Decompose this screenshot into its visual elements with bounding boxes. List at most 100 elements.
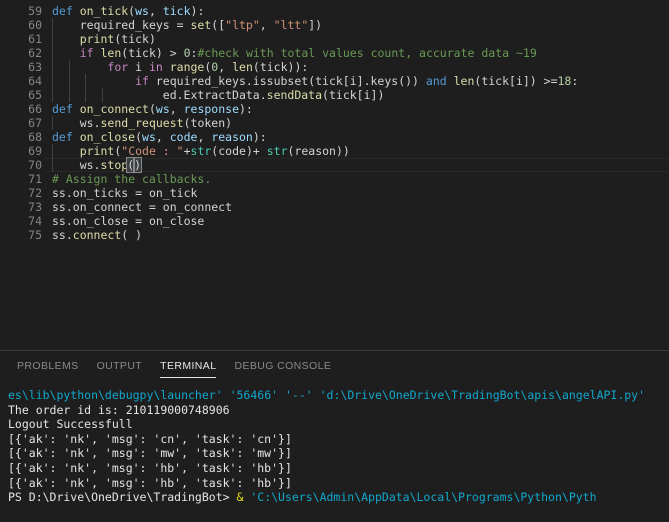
code-line[interactable]: 61 print(tick)	[0, 32, 669, 46]
terminal-output[interactable]: es\lib\python\debugpy\launcher' '56466' …	[0, 382, 669, 522]
code-token: connect	[72, 228, 122, 242]
code-token: ,	[259, 18, 274, 32]
line-content[interactable]: ws.send_request(token)	[52, 116, 232, 130]
code-line[interactable]: 75 ss.connect( )	[0, 228, 669, 242]
line-content[interactable]: # Assign the callbacks.	[52, 172, 211, 186]
line-number: 61	[28, 32, 42, 46]
code-token: ):	[190, 4, 205, 18]
code-token: ,	[155, 130, 170, 144]
code-token: ) >=	[529, 74, 558, 88]
code-token: =	[142, 200, 163, 214]
code-token: tick[i]	[328, 88, 378, 102]
code-editor[interactable]: 59 def on_tick(ws, tick): 60 required_keys…	[0, 0, 669, 350]
terminal-text: '56466'	[229, 388, 279, 402]
code-token: :	[571, 74, 579, 88]
code-token: on_close	[148, 214, 205, 228]
line-content[interactable]: if len(tick) > 0:#check with total value…	[52, 46, 537, 60]
code-line[interactable]: 60 required_keys = set(["ltp", "ltt"])	[0, 18, 669, 32]
code-token: ):	[239, 102, 253, 116]
code-token: code	[169, 130, 198, 144]
code-line[interactable]: 70 ws.stop()	[0, 157, 669, 173]
code-line[interactable]: 71 # Assign the callbacks.	[0, 172, 669, 186]
line-content[interactable]: def on_close(ws, code, reason):	[52, 130, 267, 144]
code-token: print	[79, 32, 115, 46]
line-content[interactable]: def on_connect(ws, response):	[52, 102, 253, 116]
code-line[interactable]: 66 def on_connect(ws, response):	[0, 102, 669, 116]
line-content[interactable]: print(tick)	[52, 32, 156, 46]
code-line[interactable]: 62 if len(tick) > 0:#check with total va…	[0, 46, 669, 60]
code-token: "Code : "	[121, 144, 184, 158]
code-line[interactable]: 67 ws.send_request(token)	[0, 116, 669, 130]
panel-tab-terminal[interactable]: TERMINAL	[151, 351, 225, 382]
code-token: ss.on_ticks	[52, 186, 129, 200]
code-token: ss.on_connect	[52, 200, 143, 214]
terminal-line: [{'ak': 'nk', 'msg': 'cn', 'task': 'cn'}…	[8, 432, 661, 447]
code-token: )	[133, 157, 143, 173]
code-token: on_connect	[162, 200, 233, 214]
code-line[interactable]: 59 def on_tick(ws, tick):	[0, 4, 669, 18]
line-content[interactable]: if required_keys.issubset(tick[i].keys()…	[52, 74, 578, 88]
code-token: def	[52, 130, 80, 144]
line-content[interactable]: ws.stop()	[52, 157, 143, 173]
line-content[interactable]: ss.on_connect = on_connect	[52, 200, 232, 214]
terminal-text: [{'ak': 'nk', 'msg': 'hb', 'task': 'hb'}…	[8, 460, 292, 475]
terminal-text: &	[236, 490, 251, 505]
code-token: ws	[155, 102, 170, 116]
line-content[interactable]: def on_tick(ws, tick):	[52, 4, 204, 18]
code-token: str	[266, 144, 288, 158]
code-token: def	[52, 102, 80, 116]
code-line[interactable]: 73 ss.on_connect = on_connect	[0, 200, 669, 214]
line-content[interactable]: required_keys = set(["ltp", "ltt"])	[52, 18, 322, 32]
code-line[interactable]: 69 print("Code : "+str(code)+ str(reason…	[0, 144, 669, 158]
vscode-window: 59 def on_tick(ws, tick): 60 required_keys…	[0, 0, 669, 522]
code-token: if	[79, 46, 101, 60]
code-line[interactable]: 68 def on_close(ws, code, reason):	[0, 130, 669, 144]
code-token: tick	[259, 60, 288, 74]
line-number: 74	[28, 214, 42, 228]
bottom-panel: PROBLEMS OUTPUT TERMINAL DEBUG CONSOLE es\l…	[0, 350, 669, 522]
terminal-text: '--'	[284, 388, 313, 402]
code-token: )	[225, 116, 233, 130]
code-token: tick	[128, 46, 156, 60]
terminal-text: The order id is: 210119000748906	[8, 402, 230, 417]
terminal-text: PS D:\Drive\OneDrive\TradingBot>	[8, 490, 237, 505]
code-token: def	[52, 4, 80, 18]
code-token: 0	[183, 46, 191, 60]
code-line[interactable]: 64 if required_keys.issubset(tick[i].key…	[0, 74, 669, 88]
code-token: =	[128, 186, 149, 200]
code-line[interactable]: 72 ss.on_ticks = on_tick	[0, 186, 669, 200]
code-line[interactable]: 65 ed.ExtractData.sendData(tick[i])	[0, 88, 669, 102]
line-content[interactable]: ss.on_close = on_close	[52, 214, 204, 228]
line-content[interactable]: for i in range(0, len(tick)):	[52, 60, 308, 74]
code-token: ws.	[79, 116, 101, 130]
code-token: ws	[135, 4, 149, 18]
line-number: 66	[28, 102, 42, 116]
terminal-text: [{'ak': 'nk', 'msg': 'hb', 'task': 'hb'}…	[8, 475, 292, 490]
line-content[interactable]: ss.on_ticks = on_tick	[52, 186, 197, 200]
code-token: required_keys	[79, 18, 170, 32]
code-line[interactable]: 63 for i in range(0, len(tick)):	[0, 60, 669, 74]
terminal-line: [{'ak': 'nk', 'msg': 'hb', 'task': 'hb'}…	[8, 461, 661, 476]
code-token: (	[148, 102, 156, 116]
panel-tab-debug-console[interactable]: DEBUG CONSOLE	[225, 351, 340, 382]
line-content[interactable]: print("Code : "+str(code)+ str(reason))	[52, 144, 350, 158]
line-content[interactable]: ss.connect( )	[52, 228, 142, 242]
code-token: response	[183, 102, 239, 116]
panel-tab-output[interactable]: OUTPUT	[88, 351, 152, 382]
code-token: on_close	[79, 130, 136, 144]
code-token: if	[135, 74, 156, 88]
code-token: ss.	[52, 228, 73, 242]
panel-tab-problems[interactable]: PROBLEMS	[8, 351, 88, 382]
line-content[interactable]: ed.ExtractData.sendData(tick[i])	[52, 88, 385, 102]
code-line[interactable]: 74 ss.on_close = on_close	[0, 214, 669, 228]
code-token: (	[252, 60, 260, 74]
